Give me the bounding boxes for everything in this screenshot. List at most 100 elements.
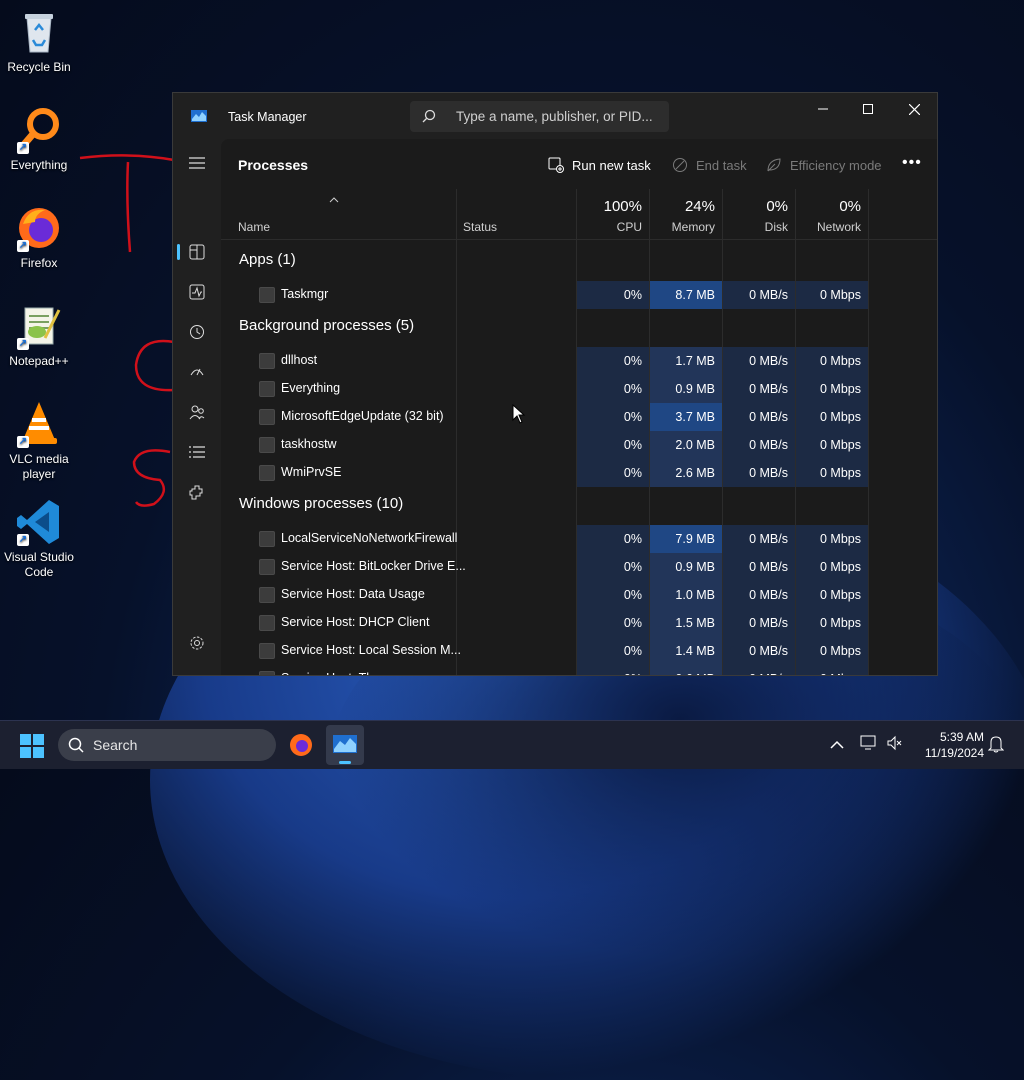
disk-total: 0% (766, 198, 788, 215)
process-icon (259, 643, 275, 659)
nav-details[interactable] (181, 436, 213, 468)
network-tray-button[interactable] (860, 735, 878, 756)
process-row[interactable]: Service Host: DHCP Client 0% 1.5 MB 0 MB/s 0… (221, 609, 937, 637)
process-row[interactable]: WmiPrvSE 0% 2.6 MB 0 MB/s 0 Mbps (221, 459, 937, 487)
vscode-icon: ↗ (15, 498, 63, 546)
process-row[interactable]: dllhost 0% 1.7 MB 0 MB/s 0 Mbps (221, 347, 937, 375)
process-row[interactable]: Service Host: Local Session M... 0% 1.4 MB… (221, 637, 937, 665)
show-hidden-icons-button[interactable] (830, 737, 844, 755)
column-name[interactable]: Name (238, 220, 270, 234)
nav-processes[interactable] (181, 236, 213, 268)
process-memory-value: 3.7 MB (650, 403, 722, 431)
desktop-icon-vscode[interactable]: ↗ Visual Studio Code (0, 498, 78, 580)
menu-icon (189, 157, 205, 169)
history-icon (190, 325, 204, 339)
process-memory-value: 0.9 MB (650, 553, 722, 581)
users-icon (189, 405, 205, 420)
disk-label: Disk (764, 220, 788, 234)
shortcut-arrow-icon: ↗ (17, 338, 29, 350)
task-manager-window: Task Manager Type a name, publisher, or … (172, 92, 938, 676)
end-task-button[interactable]: End task (672, 157, 747, 173)
process-name: WmiPrvSE (281, 465, 342, 479)
nav-app-history[interactable] (181, 316, 213, 348)
desktop-icon-label: Visual Studio Code (4, 550, 74, 579)
column-cpu[interactable]: 100% CPU (577, 189, 650, 239)
minimize-button[interactable] (800, 93, 846, 125)
process-cpu-value: 0% (577, 553, 649, 581)
process-name: MicrosoftEdgeUpdate (32 bit) (281, 409, 444, 423)
maximize-icon (863, 104, 873, 114)
process-row[interactable]: Service Host: BitLocker Drive E... 0% 0.9 … (221, 553, 937, 581)
process-cpu-value: 0% (577, 637, 649, 665)
group-header-windows[interactable]: Windows processes (10) (239, 495, 403, 512)
process-memory-value: 0.9 MB (650, 375, 722, 403)
hamburger-menu-button[interactable] (181, 147, 213, 179)
group-header-background[interactable]: Background processes (5) (239, 317, 414, 334)
process-cpu-value: 0% (577, 525, 649, 553)
taskbar-search[interactable]: Search (58, 729, 276, 761)
process-memory-value: 1.0 MB (650, 581, 722, 609)
process-row[interactable]: Service Host: Data Usage 0% 1.0 MB 0 MB/s 0 … (221, 581, 937, 609)
network-label: Network (816, 220, 861, 234)
nav-users[interactable] (181, 396, 213, 428)
process-icon (259, 287, 275, 303)
run-new-task-button[interactable]: Run new task (548, 157, 651, 173)
close-button[interactable] (891, 93, 937, 125)
more-options-button[interactable]: ••• (902, 154, 922, 172)
process-disk-value: 0 MB/s (723, 403, 795, 431)
process-row[interactable]: taskhostw 0% 2.0 MB 0 MB/s 0 Mbps (221, 431, 937, 459)
notifications-button[interactable] (987, 735, 1005, 758)
desktop-icon-label: Recycle Bin (7, 60, 71, 74)
search-input[interactable]: Type a name, publisher, or PID... (410, 101, 669, 132)
process-row[interactable]: Service Host: Themes 0%0.6 MB0 MB/s0 Mbps (221, 665, 937, 675)
desktop-icon-notepadpp[interactable]: ↗ Notepad++ (0, 302, 78, 369)
process-row[interactable]: LocalServiceNoNetworkFirewall 0% 7.9 MB 0 M… (221, 525, 937, 553)
desktop-icon-everything[interactable]: ↗ Everything (0, 106, 78, 173)
process-memory-value: 1.4 MB (650, 637, 722, 665)
processes-page: Processes Run new task End task Efficien… (221, 139, 937, 675)
maximize-button[interactable] (845, 93, 891, 125)
desktop-icon-recycle-bin[interactable]: Recycle Bin (0, 8, 78, 75)
column-header-row: Name Status 100% CPU 24% Memory 0% Disk … (221, 189, 937, 240)
shortcut-arrow-icon: ↗ (17, 436, 29, 448)
process-disk-value: 0 MB/s (723, 665, 795, 675)
process-cpu-value: 0% (577, 375, 649, 403)
efficiency-mode-button[interactable]: Efficiency mode (766, 157, 882, 173)
clock[interactable]: 5:39 AM 11/19/2024 (906, 729, 984, 761)
taskbar-firefox[interactable] (289, 733, 313, 762)
process-memory-value: 1.7 MB (650, 347, 722, 375)
process-network-value: 0 Mbps (796, 347, 868, 375)
group-header-apps[interactable]: Apps (1) (239, 251, 296, 268)
taskbar-task-manager[interactable] (326, 725, 364, 765)
desktop-icon-vlc[interactable]: ↗ VLC media player (0, 400, 78, 482)
column-status[interactable]: Status (463, 220, 497, 234)
process-icon (259, 531, 275, 547)
start-button[interactable] (20, 734, 44, 763)
nav-services[interactable] (181, 476, 213, 508)
process-cpu-value: 0% (577, 403, 649, 431)
process-row[interactable]: Everything 0% 0.9 MB 0 MB/s 0 Mbps (221, 375, 937, 403)
column-network[interactable]: 0% Network (796, 189, 869, 239)
process-row[interactable]: Taskmgr 0% 8.7 MB 0 MB/s 0 Mbps (221, 281, 937, 309)
title-bar[interactable]: Task Manager Type a name, publisher, or … (173, 93, 937, 139)
column-memory[interactable]: 24% Memory (650, 189, 723, 239)
volume-tray-button[interactable] (886, 735, 902, 756)
nav-startup-apps[interactable] (181, 356, 213, 388)
process-disk-value: 0 MB/s (723, 581, 795, 609)
process-disk-value: 0 MB/s (723, 525, 795, 553)
performance-icon (189, 284, 205, 300)
nav-settings[interactable] (181, 627, 213, 659)
firefox-icon: ↗ (15, 204, 63, 252)
process-row[interactable]: MicrosoftEdgeUpdate (32 bit) 0% 3.7 MB 0 MB… (221, 403, 937, 431)
process-icon (259, 671, 275, 675)
process-network-value: 0 Mbps (796, 375, 868, 403)
minimize-icon (818, 108, 828, 110)
process-network-value: 0 Mbps (796, 281, 868, 309)
nav-performance[interactable] (181, 276, 213, 308)
process-icon (259, 409, 275, 425)
speaker-muted-icon (887, 735, 902, 751)
run-new-task-icon (548, 157, 564, 173)
search-placeholder: Type a name, publisher, or PID... (456, 109, 653, 124)
column-disk[interactable]: 0% Disk (723, 189, 796, 239)
desktop-icon-firefox[interactable]: ↗ Firefox (0, 204, 78, 271)
